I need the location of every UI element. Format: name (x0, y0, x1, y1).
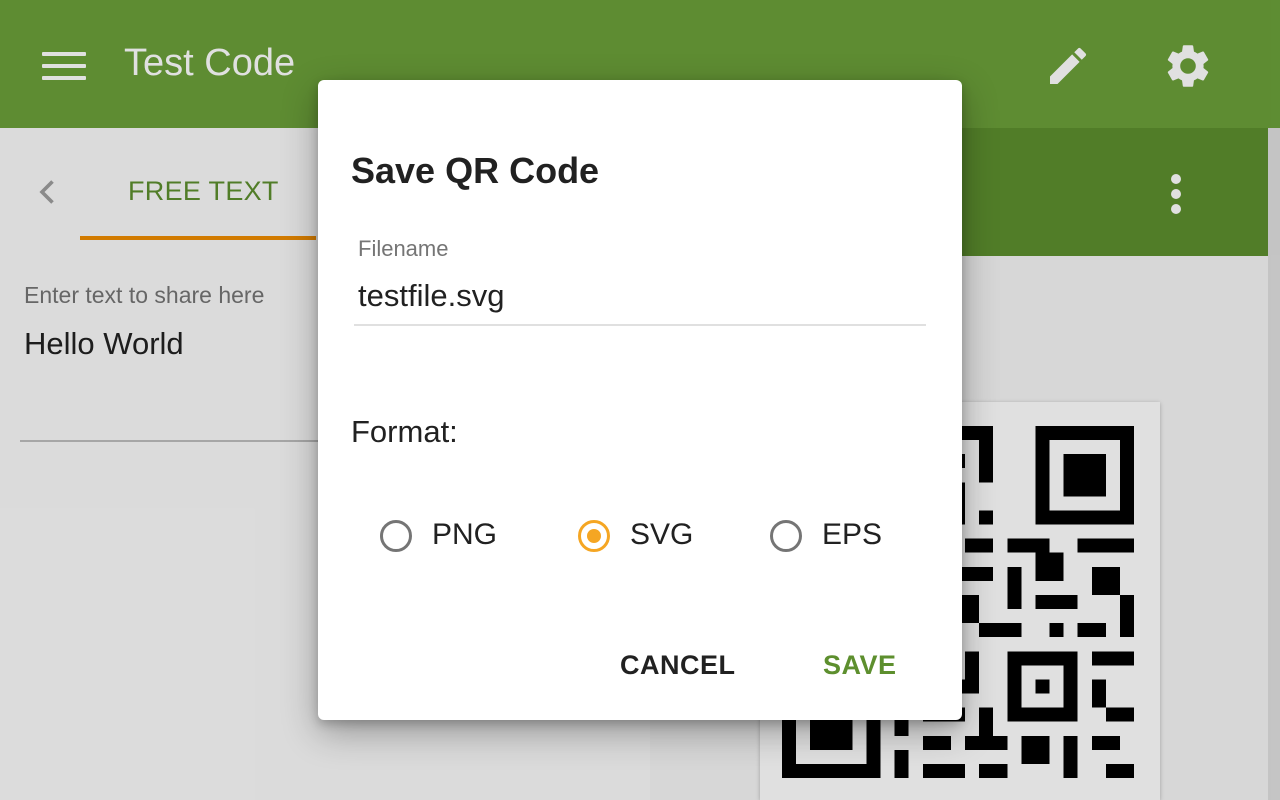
radio-label: PNG (432, 518, 498, 551)
save-button[interactable]: SAVE (823, 650, 897, 681)
radio-unchecked-icon (380, 520, 412, 552)
radio-png[interactable]: PNG (378, 516, 518, 556)
filename-label: Filename (358, 236, 449, 261)
dialog-title: Save QR Code (351, 150, 600, 191)
radio-label: SVG (630, 518, 694, 551)
radio-unchecked-icon (770, 520, 802, 552)
radio-checked-icon (578, 520, 610, 552)
format-radio-group: PNG SVG EPS (378, 516, 918, 556)
radio-eps[interactable]: EPS (768, 516, 908, 556)
radio-label: EPS (822, 518, 883, 551)
radio-svg[interactable]: SVG (576, 516, 716, 556)
save-qr-dialog: Save QR Code Filename Format: PNG SVG EP… (318, 80, 962, 720)
filename-input[interactable] (354, 276, 926, 326)
cancel-button[interactable]: CANCEL (620, 650, 736, 681)
format-label: Format: (351, 414, 458, 449)
